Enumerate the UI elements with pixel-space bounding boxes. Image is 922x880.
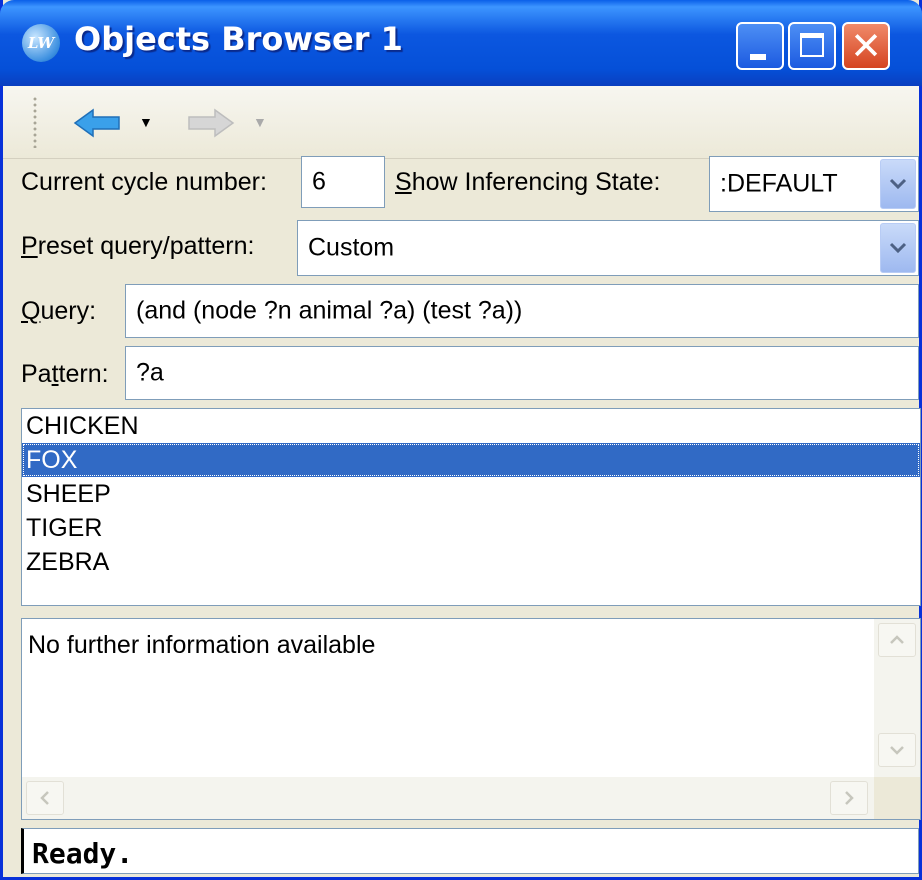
forward-dropdown-icon[interactable]: ▼ [253, 114, 267, 130]
scroll-right-button[interactable] [830, 781, 868, 815]
window-title: Objects Browser 1 [74, 20, 403, 58]
list-item[interactable]: CHICKEN [22, 409, 920, 443]
list-item[interactable]: FOX [22, 443, 920, 477]
status-bar: Ready. [21, 828, 919, 874]
maximize-icon [800, 33, 824, 57]
list-item[interactable]: ZEBRA [22, 545, 920, 579]
chevron-left-icon [40, 791, 49, 805]
scroll-down-button[interactable] [878, 733, 916, 767]
query-input[interactable]: (and (node ?n animal ?a) (test ?a)) [125, 284, 919, 338]
chevron-down-icon [889, 242, 907, 254]
preset-query-select[interactable]: Custom [297, 220, 919, 276]
toolbar-grip-icon[interactable] [33, 96, 37, 148]
query-label: Query: [21, 297, 97, 325]
minimize-button[interactable] [736, 22, 784, 70]
back-dropdown-icon[interactable]: ▼ [139, 114, 153, 130]
horizontal-scrollbar[interactable] [22, 777, 874, 819]
preset-dropdown-button[interactable] [880, 223, 916, 273]
preset-query-label: Preset query/pattern: [21, 232, 255, 260]
cycle-number-value: 6 [312, 167, 326, 196]
forward-arrow-icon[interactable] [187, 108, 235, 138]
minimize-icon [750, 54, 766, 60]
app-logo-icon: LW [22, 24, 60, 62]
info-text: No further information available [28, 631, 376, 659]
info-pane[interactable]: No further information available [21, 618, 921, 820]
chevron-down-icon [890, 746, 904, 755]
inferencing-dropdown-button[interactable] [880, 159, 916, 209]
scroll-corner [874, 777, 920, 819]
vertical-scrollbar[interactable] [874, 619, 920, 779]
close-button[interactable]: ✕ [842, 22, 890, 70]
inferencing-state-value: :DEFAULT [720, 169, 838, 198]
inferencing-state-label: Show Inferencing State: [395, 168, 661, 196]
list-item[interactable]: SHEEP [22, 477, 920, 511]
list-item[interactable]: TIGER [22, 511, 920, 545]
maximize-button[interactable] [788, 22, 836, 70]
pattern-value: ?a [136, 358, 164, 387]
chevron-down-icon [889, 178, 907, 190]
pattern-input[interactable]: ?a [125, 346, 919, 400]
query-value: (and (node ?n animal ?a) (test ?a)) [136, 296, 523, 325]
close-icon: ✕ [850, 24, 882, 68]
results-list[interactable]: CHICKEN FOX SHEEP TIGER ZEBRA [21, 408, 921, 606]
title-bar[interactable]: LW Objects Browser 1 ✕ [0, 0, 922, 86]
preset-query-value: Custom [308, 233, 395, 262]
chevron-up-icon [890, 635, 904, 644]
pattern-label: Pattern: [21, 360, 109, 388]
scroll-left-button[interactable] [26, 781, 64, 815]
scroll-up-button[interactable] [878, 623, 916, 657]
cycle-number-label: Current cycle number: [21, 168, 267, 196]
objects-browser-window: LW Objects Browser 1 ✕ ▼ ▼ Current cycle… [0, 0, 922, 880]
cycle-number-input[interactable]: 6 [301, 156, 385, 208]
status-text: Ready. [32, 837, 134, 870]
inferencing-state-select[interactable]: :DEFAULT [709, 156, 919, 212]
back-arrow-icon[interactable] [73, 108, 121, 138]
toolbar: ▼ ▼ [3, 86, 919, 159]
chevron-right-icon [845, 791, 854, 805]
